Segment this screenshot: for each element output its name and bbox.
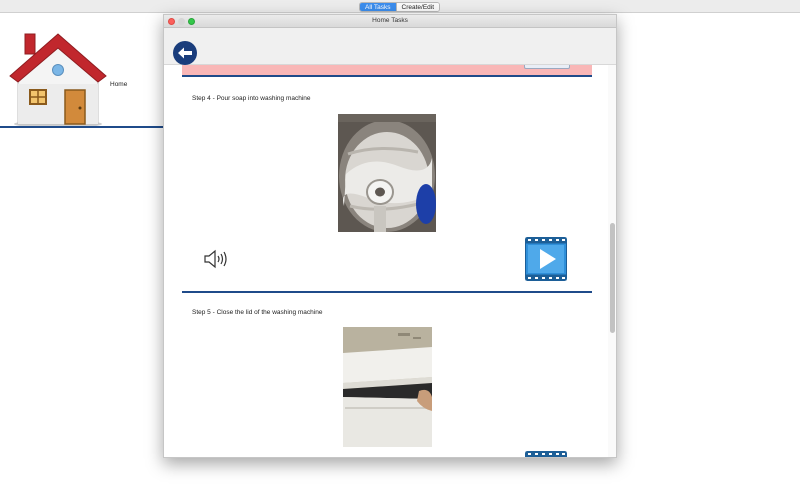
washing-machine-drum-image — [338, 114, 436, 232]
scrollbar-thumb[interactable] — [610, 223, 615, 333]
navigation-bar — [164, 28, 616, 65]
task-list-item-home[interactable]: Home — [0, 14, 163, 128]
create-edit-segment[interactable]: Create/Edit — [395, 3, 440, 11]
play-video-icon[interactable] — [525, 451, 567, 458]
back-button[interactable] — [173, 41, 197, 65]
step-5-label: Step 5 - Close the lid of the washing ma… — [192, 309, 323, 316]
task-list-item-label: Home — [110, 81, 128, 88]
step-5-photo — [343, 327, 432, 447]
app-root: All Tasks Create/Edit Home Home Tasks St… — [0, 0, 800, 500]
home-tasks-window: Home Tasks Step 4 - Pour soap into washi… — [163, 14, 617, 458]
previous-step-video-button[interactable] — [524, 65, 570, 69]
back-arrow-icon — [178, 47, 192, 59]
step-separator — [182, 75, 592, 77]
window-titlebar[interactable]: Home Tasks — [164, 15, 616, 28]
window-title: Home Tasks — [372, 17, 408, 24]
speaker-icon[interactable] — [203, 248, 229, 270]
play-video-icon[interactable] — [525, 237, 567, 281]
all-tasks-segment[interactable]: All Tasks — [360, 3, 396, 11]
top-toolbar: All Tasks Create/Edit — [0, 0, 800, 13]
washing-machine-lid-image — [343, 327, 432, 447]
step-separator — [182, 291, 592, 293]
step-4-photo — [338, 114, 436, 232]
list-separator — [0, 126, 163, 128]
step-4-label: Step 4 - Pour soap into washing machine — [192, 95, 311, 102]
vertical-scrollbar[interactable] — [608, 65, 616, 457]
view-segmented-control: All Tasks Create/Edit — [359, 2, 441, 12]
steps-scroll-area[interactable]: Step 4 - Pour soap into washing machine — [164, 65, 606, 458]
house-icon — [9, 33, 107, 128]
